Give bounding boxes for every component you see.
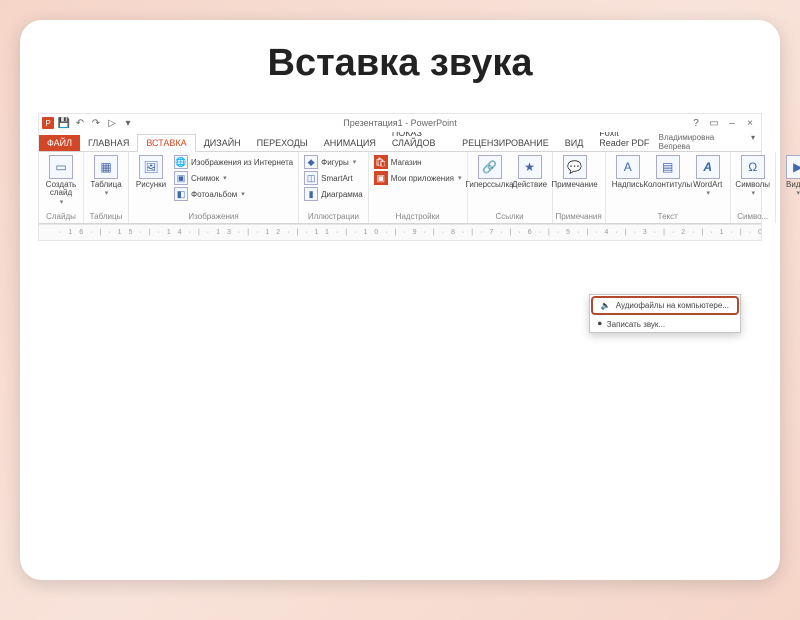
group-images-label: Изображения (132, 211, 295, 223)
group-images: 🖼 Рисунки 🌐 Изображения из Интернета ▣ С… (129, 152, 299, 223)
group-media-label (779, 211, 800, 223)
screenshot-button[interactable]: ▣ Снимок (172, 170, 295, 186)
group-addins: 🛍 Магазин ▣ Мои приложения Надстройки (369, 152, 468, 223)
hyperlink-icon: 🔗 (478, 155, 502, 179)
speaker-icon: 🔈 (601, 301, 611, 310)
group-media: ▶ Видео 🔊 Звук ⏺ Запись экрана (776, 152, 800, 223)
tab-insert[interactable]: ВСТАВКА (137, 134, 195, 152)
action-icon: ★ (518, 155, 542, 179)
online-pictures-button[interactable]: 🌐 Изображения из Интернета (172, 154, 295, 170)
tab-home[interactable]: ГЛАВНАЯ (80, 135, 137, 151)
symbols-icon: Ω (741, 155, 765, 179)
chart-icon: ▮ (304, 187, 318, 201)
pictures-button[interactable]: 🖼 Рисунки (132, 154, 170, 190)
qat-redo-icon[interactable]: ↷ (90, 117, 102, 129)
group-tables-label: Таблицы (87, 211, 125, 223)
minimize-button[interactable]: – (725, 118, 739, 129)
textbox-button[interactable]: A Надпись (609, 154, 647, 190)
audio-dropdown: 🔈 Аудиофайлы на компьютере... ⏺ Записать… (589, 294, 741, 333)
record-icon: ⏺ (598, 319, 602, 329)
video-icon: ▶ (786, 155, 800, 179)
qat-start-slideshow-icon[interactable]: ▷ (106, 117, 118, 129)
ribbon-tabs: ФАЙЛ ГЛАВНАЯ ВСТАВКА ДИЗАЙН ПЕРЕХОДЫ АНИ… (39, 132, 761, 152)
group-symbols: Ω Символы Симво... (731, 152, 776, 223)
titlebar: P 💾 ↶ ↷ ▷ ▾ Презентация1 - PowerPoint ? … (39, 114, 761, 132)
account-dropdown-icon: ▾ (751, 133, 755, 142)
new-slide-icon: ▭ (49, 155, 73, 179)
group-text: A Надпись ▤ Колонтитулы A WordArt Текст (606, 152, 731, 223)
tab-animations[interactable]: АНИМАЦИЯ (316, 135, 384, 151)
qat-more-icon[interactable]: ▾ (122, 117, 134, 129)
group-comments-label: Примечания (556, 211, 602, 223)
comment-button[interactable]: 💬 Примечание (556, 154, 594, 190)
screenshot-icon: ▣ (174, 171, 188, 185)
photo-album-icon: ◧ (174, 187, 188, 201)
group-symbols-label: Симво... (734, 211, 772, 223)
group-text-label: Текст (609, 211, 727, 223)
group-links: 🔗 Гиперссылка ★ Действие Ссылки (468, 152, 553, 223)
comment-icon: 💬 (563, 155, 587, 179)
shapes-button[interactable]: ◆ Фигуры (302, 154, 365, 170)
new-slide-button[interactable]: ▭ Создать слайд (42, 154, 80, 207)
page-title: Вставка звука (20, 42, 780, 85)
qat-save-icon[interactable]: 💾 (58, 117, 70, 129)
app-icon: P (42, 117, 54, 129)
tab-file[interactable]: ФАЙЛ (39, 135, 80, 151)
tab-transitions[interactable]: ПЕРЕХОДЫ (249, 135, 316, 151)
pictures-icon: 🖼 (139, 155, 163, 179)
document-title: Презентация1 - PowerPoint (39, 118, 761, 128)
group-links-label: Ссылки (471, 211, 549, 223)
action-button[interactable]: ★ Действие (511, 154, 549, 190)
group-slides: ▭ Создать слайд Слайды (39, 152, 84, 223)
photo-album-button[interactable]: ◧ Фотоальбом (172, 186, 295, 202)
group-comments: 💬 Примечание Примечания (553, 152, 606, 223)
header-footer-icon: ▤ (656, 155, 680, 179)
quick-access-toolbar: P 💾 ↶ ↷ ▷ ▾ (39, 117, 134, 129)
my-apps-button[interactable]: ▣ Мои приложения (372, 170, 464, 186)
table-button[interactable]: ▦ Таблица (87, 154, 125, 198)
tab-view[interactable]: ВИД (557, 135, 592, 151)
textbox-icon: A (616, 155, 640, 179)
record-audio-item[interactable]: ⏺ Записать звук... (590, 316, 740, 332)
horizontal-ruler: ·16·|·15·|·14·|·13·|·12·|·11·|·10·|·9·|·… (39, 224, 761, 240)
my-apps-icon: ▣ (374, 171, 388, 185)
store-icon: 🛍 (374, 155, 388, 169)
window-controls: ? ▭ – × (689, 118, 761, 129)
ribbon-insert: ▭ Создать слайд Слайды ▦ Таблица Таблицы (39, 152, 761, 224)
wordart-icon: A (696, 155, 720, 179)
wordart-button[interactable]: A WordArt (689, 154, 727, 198)
tab-review[interactable]: РЕЦЕНЗИРОВАНИЕ (454, 135, 557, 151)
online-pictures-icon: 🌐 (174, 155, 188, 169)
powerpoint-window: P 💾 ↶ ↷ ▷ ▾ Презентация1 - PowerPoint ? … (38, 113, 762, 241)
shapes-icon: ◆ (304, 155, 318, 169)
smartart-icon: ◫ (304, 171, 318, 185)
slide-card: Вставка звука P 💾 ↶ ↷ ▷ ▾ Презентация1 -… (20, 20, 780, 580)
group-tables: ▦ Таблица Таблицы (84, 152, 129, 223)
group-illustrations: ◆ Фигуры ◫ SmartArt ▮ Диаграмма Иллюс (299, 152, 369, 223)
video-button[interactable]: ▶ Видео (779, 154, 800, 198)
ribbon-display-options-icon[interactable]: ▭ (707, 118, 721, 129)
store-button[interactable]: 🛍 Магазин (372, 154, 464, 170)
header-footer-button[interactable]: ▤ Колонтитулы (649, 154, 687, 190)
qat-undo-icon[interactable]: ↶ (74, 117, 86, 129)
audio-from-file-item[interactable]: 🔈 Аудиофайлы на компьютере... (591, 296, 739, 315)
table-icon: ▦ (94, 155, 118, 179)
tab-design[interactable]: ДИЗАЙН (196, 135, 249, 151)
close-button[interactable]: × (743, 118, 757, 129)
smartart-button[interactable]: ◫ SmartArt (302, 170, 365, 186)
hyperlink-button[interactable]: 🔗 Гиперссылка (471, 154, 509, 190)
group-addins-label: Надстройки (372, 211, 464, 223)
symbols-button[interactable]: Ω Символы (734, 154, 772, 198)
chart-button[interactable]: ▮ Диаграмма (302, 186, 365, 202)
help-icon[interactable]: ? (689, 118, 703, 129)
group-illustrations-label: Иллюстрации (302, 211, 365, 223)
group-slides-label: Слайды (42, 211, 80, 223)
